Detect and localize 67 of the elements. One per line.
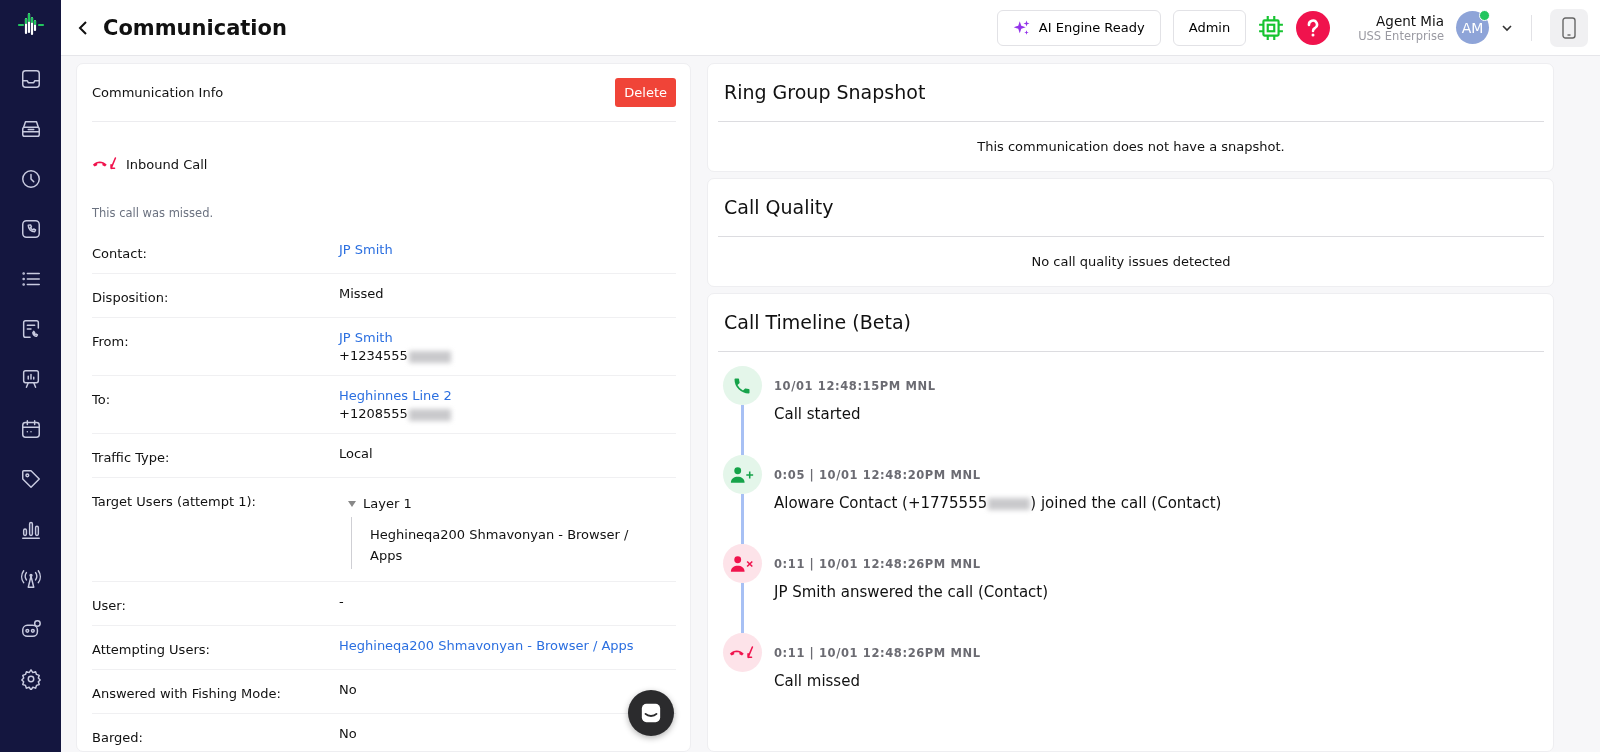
event-time: 0:11 | 10/01 12:48:26PM MNL	[774, 557, 982, 571]
field-label: Traffic Type:	[92, 449, 171, 465]
section-title: Call Quality	[718, 179, 1544, 237]
card-title: Communication Info	[92, 85, 224, 100]
user-name: Agent Mia	[1376, 12, 1444, 29]
link[interactable]: JP Smith	[339, 330, 451, 345]
admin-button[interactable]: Admin	[1172, 9, 1247, 46]
section-title: Call Timeline (Beta)	[718, 294, 1544, 352]
user-organization: USS Enterprise	[1358, 28, 1444, 43]
tag-icon[interactable]	[19, 468, 42, 490]
mobile-phone-icon	[1562, 16, 1576, 39]
event-time: 0:05 | 10/01 12:48:20PM MNL	[774, 468, 982, 482]
field-label: User:	[92, 596, 127, 613]
phone-number: +1234555	[339, 348, 451, 363]
caret-down-icon[interactable]	[347, 498, 357, 509]
calendar-icon[interactable]	[19, 418, 42, 440]
call-note: This call was missed.	[92, 206, 215, 220]
phone-number: +1208555	[339, 406, 452, 421]
call-type: Inbound Call	[126, 156, 208, 172]
event-text: Call missed	[774, 672, 861, 690]
link[interactable]: JP Smith	[339, 242, 393, 257]
settings-icon[interactable]	[19, 668, 42, 690]
event-text: Aloware Contact (+1775555 ) joined the call (Contact)	[774, 494, 1222, 512]
field-label: From:	[92, 333, 130, 351]
event-time: 0:11 | 10/01 12:48:26PM MNL	[774, 646, 981, 660]
missed-call-icon	[92, 156, 118, 172]
user-add-icon	[722, 455, 762, 494]
phone-icon[interactable]	[19, 218, 42, 240]
section-message: No call quality issues detected	[1030, 253, 1232, 271]
field-value: No	[339, 681, 357, 697]
field-value: No	[339, 725, 357, 741]
section-title: Ring Group Snapshot	[718, 64, 1544, 122]
field-value: -	[339, 593, 344, 609]
missed-call-icon	[722, 633, 762, 672]
field-label: Target Users (attempt 1):	[92, 493, 257, 511]
section-message: This communication does not have a snapshot.	[976, 138, 1286, 156]
ai-engine-button[interactable]: AI Engine Ready	[996, 9, 1161, 46]
inbox-icon[interactable]	[19, 68, 42, 90]
field-label: To:	[92, 391, 112, 409]
link[interactable]: Heghineqa200 Shmavonyan - Browser / Apps	[339, 637, 634, 653]
history-icon[interactable]	[19, 168, 42, 190]
help-button[interactable]	[1296, 10, 1331, 45]
field-label: Contact:	[92, 245, 148, 261]
field-label: Barged:	[92, 728, 144, 745]
tree-node[interactable]: Layer 1	[363, 496, 412, 511]
tree-node[interactable]: Heghineqa200 Shmavonyan - Browser / Apps	[370, 525, 660, 567]
field-value: Local	[339, 446, 373, 461]
phone-device-button[interactable]	[1550, 8, 1588, 47]
field-label: Answered with Fishing Mode:	[92, 684, 282, 701]
field-label: Attempting Users:	[92, 640, 211, 657]
page-title: Communication	[103, 15, 287, 40]
field-label: Disposition:	[92, 289, 170, 305]
field-value: Missed	[339, 286, 384, 301]
event-text: JP Smith answered the call (Contact)	[774, 583, 1049, 601]
event-time: 10/01 12:48:15PM MNL	[774, 379, 936, 393]
chat-icon	[640, 702, 662, 724]
user-remove-icon	[722, 544, 762, 583]
link[interactable]: Heghinnes Line 2	[339, 388, 452, 403]
antenna-icon[interactable]	[19, 568, 42, 590]
event-text: Call started	[774, 405, 862, 423]
robot-icon[interactable]	[19, 618, 42, 640]
delete-button[interactable]: Delete	[615, 78, 676, 107]
phone-icon	[722, 366, 762, 405]
chevron-left-icon	[77, 19, 89, 36]
sparkle-icon	[1012, 18, 1031, 37]
archive-icon[interactable]	[19, 118, 42, 140]
user-avatar[interactable]: AM	[1456, 11, 1489, 44]
